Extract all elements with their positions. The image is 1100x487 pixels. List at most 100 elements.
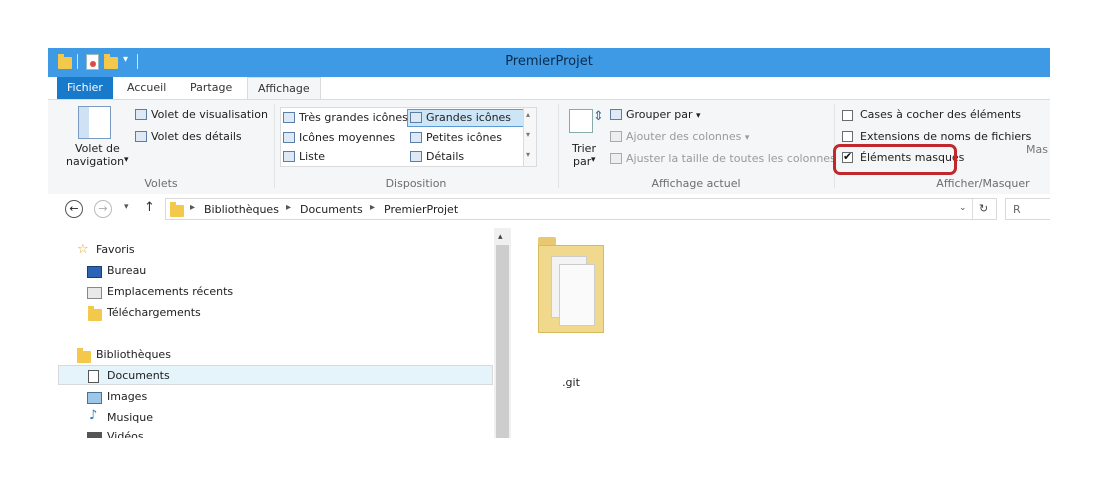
details-pane-label: Volet des détails bbox=[151, 130, 242, 143]
layout-list[interactable]: Liste bbox=[283, 150, 325, 163]
desktop-icon bbox=[87, 266, 102, 278]
nav-item-bureau[interactable]: Bureau bbox=[107, 264, 146, 277]
content-pane: .git bbox=[511, 228, 1050, 438]
group-by-label: Grouper par bbox=[626, 108, 693, 121]
sort-by-label[interactable]: Trier bbox=[572, 142, 596, 155]
fit-columns-button[interactable]: Ajuster la taille de toutes les colonnes bbox=[610, 152, 836, 165]
tab-fichier[interactable]: Fichier bbox=[57, 77, 113, 99]
nav-item-bibliotheques[interactable]: Bibliothèques bbox=[96, 348, 171, 361]
chevron-down-icon: ▾ bbox=[696, 111, 701, 121]
forward-arrow-icon[interactable]: → bbox=[94, 200, 112, 218]
layout-small-label: Petites icônes bbox=[426, 131, 502, 144]
chevron-up-icon[interactable]: ▴ bbox=[526, 110, 530, 119]
back-arrow-icon[interactable]: ← bbox=[65, 200, 83, 218]
group-by-button[interactable]: Grouper par ▾ bbox=[610, 108, 701, 121]
navigation-pane-label[interactable]: Volet de bbox=[75, 142, 120, 155]
address-separator bbox=[972, 199, 973, 219]
breadcrumb-separator-icon[interactable]: ▸ bbox=[190, 202, 195, 213]
search-input[interactable]: R bbox=[1005, 198, 1050, 220]
preview-pane-icon bbox=[135, 109, 147, 120]
large-icons-icon bbox=[410, 112, 422, 123]
layout-gallery-scroll[interactable]: ▴ ▾ ▾ bbox=[523, 108, 536, 166]
navigation-pane-label-2[interactable]: navigation bbox=[66, 155, 124, 168]
breadcrumb-premierprojet[interactable]: PremierProjet bbox=[384, 203, 458, 216]
breadcrumb-separator-icon[interactable]: ▸ bbox=[286, 202, 291, 213]
layout-large-icons[interactable]: Grandes icônes bbox=[410, 111, 511, 124]
group-by-icon bbox=[610, 109, 622, 120]
nav-item-favoris[interactable]: Favoris bbox=[96, 243, 135, 256]
music-icon: ♪ bbox=[89, 408, 98, 423]
layout-xl-label: Très grandes icônes bbox=[299, 111, 408, 124]
preview-pane-label: Volet de visualisation bbox=[151, 108, 268, 121]
nav-item-videos[interactable]: Vidéos bbox=[107, 430, 144, 438]
tab-affichage[interactable]: Affichage bbox=[247, 77, 321, 100]
chevron-down-icon[interactable]: ▾ bbox=[591, 155, 596, 165]
nav-scroll-thumb[interactable] bbox=[496, 245, 509, 438]
chevron-down-icon: ▾ bbox=[744, 133, 750, 143]
address-bar[interactable]: ▸ Bibliothèques ▸ Documents ▸ PremierPro… bbox=[165, 198, 997, 220]
tab-partage[interactable]: Partage bbox=[180, 77, 242, 99]
nav-item-emplacements-recents[interactable]: Emplacements récents bbox=[107, 285, 233, 298]
medium-icons-icon bbox=[283, 132, 295, 143]
layout-details[interactable]: Détails bbox=[410, 150, 464, 163]
explorer-window: ▾ PremierProjet Fichier Accueil Partage … bbox=[48, 48, 1050, 438]
layout-details-label: Détails bbox=[426, 150, 465, 163]
details-pane-icon bbox=[135, 131, 147, 142]
videos-icon bbox=[87, 432, 102, 438]
group-label-volets: Volets bbox=[144, 177, 178, 190]
nav-item-telechargements[interactable]: Téléchargements bbox=[107, 306, 201, 319]
star-icon: ☆ bbox=[77, 242, 89, 257]
large-folder-icon bbox=[538, 245, 604, 333]
window-title: PremierProjet bbox=[505, 54, 593, 69]
item-checkboxes-label[interactable]: Cases à cocher des éléments bbox=[860, 108, 1021, 121]
nav-item-musique[interactable]: Musique bbox=[107, 411, 153, 424]
layout-gallery: Très grandes icônes Grandes icônes Icône… bbox=[280, 107, 537, 167]
refresh-icon[interactable]: ↻ bbox=[979, 202, 988, 215]
sort-by-label-2[interactable]: par bbox=[573, 155, 591, 168]
fit-columns-icon bbox=[610, 153, 622, 164]
nav-item-images[interactable]: Images bbox=[107, 390, 147, 403]
annotation-highlight bbox=[833, 144, 957, 175]
file-item-git[interactable] bbox=[538, 237, 608, 337]
item-checkboxes-checkbox[interactable] bbox=[842, 110, 853, 121]
navigation-pane-icon[interactable] bbox=[78, 106, 111, 139]
add-columns-icon bbox=[610, 131, 622, 142]
folder-icon bbox=[170, 202, 184, 217]
chevron-up-icon[interactable]: ▴ bbox=[498, 232, 503, 242]
recent-locations-icon[interactable]: ▾ bbox=[124, 202, 129, 212]
group-label-affichage-actuel: Affichage actuel bbox=[651, 177, 741, 190]
group-separator bbox=[274, 104, 275, 188]
layout-small-icons[interactable]: Petites icônes bbox=[410, 131, 502, 144]
up-arrow-icon[interactable]: ↑ bbox=[144, 200, 155, 215]
title-bar[interactable]: ▾ PremierProjet bbox=[48, 48, 1050, 77]
breadcrumb-separator-icon[interactable]: ▸ bbox=[370, 202, 375, 213]
chevron-down-icon[interactable]: ▾ bbox=[124, 155, 129, 165]
layout-large-label: Grandes icônes bbox=[426, 111, 512, 124]
file-name-git[interactable]: .git bbox=[533, 376, 609, 389]
hide-selected-partial-label[interactable]: Mas bbox=[1026, 143, 1048, 156]
group-label-afficher-masquer: Afficher/Masquer bbox=[936, 177, 1030, 190]
address-dropdown-icon[interactable]: ⌄ bbox=[959, 203, 967, 213]
layout-medium-label: Icônes moyennes bbox=[299, 131, 396, 144]
small-icons-icon bbox=[410, 132, 422, 143]
downloads-folder-icon bbox=[88, 306, 102, 321]
nav-item-documents[interactable]: Documents bbox=[107, 369, 170, 382]
preview-pane-button[interactable]: Volet de visualisation bbox=[135, 108, 268, 121]
gallery-expand-icon[interactable]: ▾ bbox=[526, 150, 530, 159]
layout-medium-icons[interactable]: Icônes moyennes bbox=[283, 131, 395, 144]
file-extensions-checkbox[interactable] bbox=[842, 131, 853, 142]
add-columns-button[interactable]: Ajouter des colonnes ▾ bbox=[610, 130, 749, 143]
layout-xl-icons[interactable]: Très grandes icônes bbox=[283, 111, 408, 124]
tab-accueil[interactable]: Accueil bbox=[117, 77, 176, 99]
sort-by-icon[interactable] bbox=[569, 109, 593, 133]
details-pane-button[interactable]: Volet des détails bbox=[135, 130, 242, 143]
breadcrumb-bibliotheques[interactable]: Bibliothèques bbox=[204, 203, 279, 216]
fit-columns-label: Ajuster la taille de toutes les colonnes bbox=[626, 152, 836, 165]
chevron-down-icon[interactable]: ▾ bbox=[526, 130, 530, 139]
search-partial-label: R bbox=[1013, 203, 1021, 216]
extra-large-icons-icon bbox=[283, 112, 295, 123]
list-icon bbox=[283, 151, 295, 162]
file-extensions-label[interactable]: Extensions de noms de fichiers bbox=[860, 130, 1031, 143]
sort-arrow-icon: ⇕ bbox=[593, 109, 604, 124]
breadcrumb-documents[interactable]: Documents bbox=[300, 203, 363, 216]
